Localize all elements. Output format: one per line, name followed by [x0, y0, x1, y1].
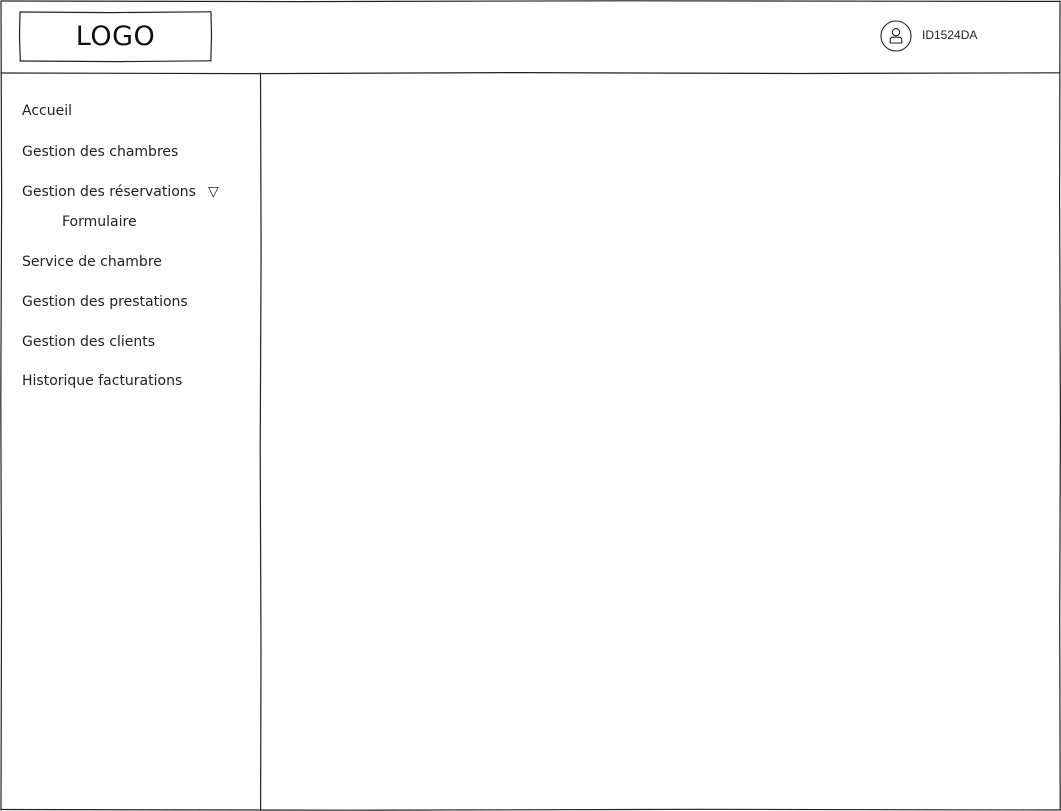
sidebar-item-gestion-reservations[interactable]: Gestion des réservations [22, 183, 196, 201]
sidebar-subitem-formulaire[interactable]: Formulaire [62, 213, 137, 231]
user-avatar-button[interactable] [880, 20, 912, 52]
app-window: LOGO ID1524DA Accueil Gestion des chambr… [0, 0, 1061, 811]
sidebar-item-gestion-clients[interactable]: Gestion des clients [22, 333, 155, 351]
sidebar-item-historique-facturations[interactable]: Historique facturations [22, 372, 182, 390]
expand-caret-icon[interactable]: ▽ [208, 183, 219, 201]
sidebar-item-gestion-prestations[interactable]: Gestion des prestations [22, 293, 188, 311]
sidebar-item-gestion-chambres[interactable]: Gestion des chambres [22, 143, 178, 161]
user-id-label: ID1524DA [922, 28, 978, 42]
sidebar-item-service-chambre[interactable]: Service de chambre [22, 253, 162, 271]
main-content-area [262, 74, 1058, 808]
sidebar-item-accueil[interactable]: Accueil [22, 102, 72, 120]
logo-text: LOGO [75, 21, 156, 52]
user-icon [880, 20, 912, 52]
logo[interactable]: LOGO [20, 12, 211, 61]
